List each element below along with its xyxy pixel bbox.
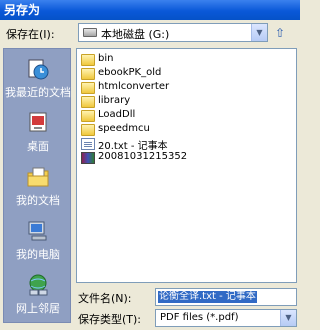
file-name: library bbox=[98, 95, 131, 106]
window-title: 另存为 bbox=[4, 3, 41, 17]
file-name: ebookPK_old bbox=[98, 67, 162, 78]
place-my-documents[interactable]: 我的文档 bbox=[4, 161, 72, 211]
folder-icon bbox=[81, 96, 95, 108]
place-recent-documents[interactable]: 我最近的文档 bbox=[4, 53, 72, 103]
folder-icon bbox=[81, 54, 95, 66]
place-label: 我最近的文档 bbox=[5, 86, 71, 99]
text-file-icon bbox=[81, 138, 95, 150]
file-name: 20.txt - 记事本 bbox=[98, 141, 168, 152]
folder-icon bbox=[81, 124, 95, 136]
filename-value: 论衡全译.txt - 记事本 bbox=[158, 291, 257, 303]
filename-field[interactable]: 论衡全译.txt - 记事本 bbox=[155, 288, 297, 306]
save-in-row: 保存在(I): 本地磁盘 (G:) ▼ bbox=[0, 23, 300, 43]
file-name: bin bbox=[98, 53, 114, 64]
network-places-icon bbox=[29, 274, 48, 296]
chevron-down-icon[interactable]: ▼ bbox=[251, 24, 267, 41]
place-label: 网上邻居 bbox=[16, 302, 60, 315]
folder-icon bbox=[81, 110, 95, 122]
recent-documents-icon bbox=[28, 59, 49, 80]
place-network[interactable]: 网上邻居 bbox=[4, 269, 72, 319]
place-label: 我的文档 bbox=[16, 194, 60, 207]
places-bar: 我最近的文档 桌面 我的文档 我的电脑 网上邻居 bbox=[3, 48, 71, 323]
place-my-computer[interactable]: 我的电脑 bbox=[4, 215, 72, 265]
file-list[interactable]: bin ebookPK_old htmlconverter library Lo… bbox=[76, 48, 297, 283]
file-name: LoadDll bbox=[98, 109, 136, 120]
save-as-dialog: 另存为 保存在(I): 本地磁盘 (G:) ▼ ⇧ 我最近的文档 桌面 我的文档… bbox=[0, 0, 300, 330]
file-name: 20081031215352 bbox=[98, 151, 188, 162]
filetype-value: PDF files (*.pdf) bbox=[160, 312, 239, 323]
archive-file-icon bbox=[81, 152, 95, 164]
place-desktop[interactable]: 桌面 bbox=[4, 107, 72, 157]
filetype-dropdown[interactable]: PDF files (*.pdf) ▼ bbox=[155, 309, 297, 327]
save-in-value: 本地磁盘 (G:) bbox=[101, 28, 170, 41]
place-label: 我的电脑 bbox=[16, 248, 60, 261]
file-name: htmlconverter bbox=[98, 81, 170, 92]
filetype-label: 保存类型(T): bbox=[78, 313, 142, 326]
file-name: speedmcu bbox=[98, 123, 150, 134]
desktop-icon bbox=[29, 112, 47, 132]
folder-icon bbox=[81, 68, 95, 80]
save-in-label: 保存在(I): bbox=[6, 28, 55, 41]
place-label: 桌面 bbox=[27, 140, 49, 153]
filename-label: 文件名(N): bbox=[78, 292, 132, 305]
drive-icon bbox=[83, 28, 97, 37]
title-bar: 另存为 bbox=[0, 0, 300, 20]
my-documents-icon bbox=[27, 167, 49, 187]
save-in-dropdown[interactable]: 本地磁盘 (G:) ▼ bbox=[78, 23, 268, 42]
folder-icon bbox=[81, 82, 95, 94]
up-folder-icon[interactable]: ⇧ bbox=[271, 24, 289, 42]
chevron-down-icon[interactable]: ▼ bbox=[280, 310, 296, 326]
my-computer-icon bbox=[28, 221, 47, 241]
